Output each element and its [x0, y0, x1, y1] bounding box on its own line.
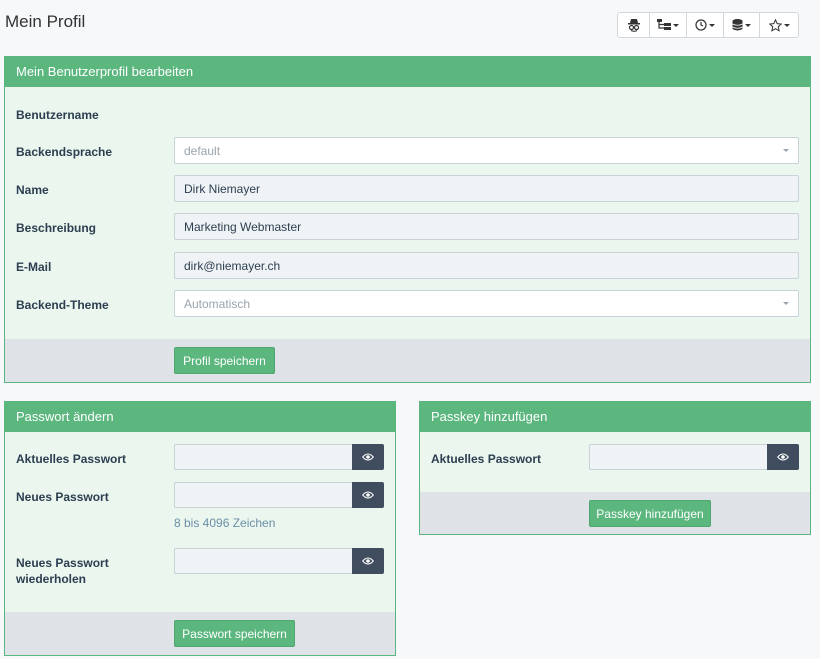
save-password-button[interactable]: Passwort speichern — [174, 620, 295, 647]
profile-panel-footer: Profil speichern — [5, 339, 810, 382]
chevron-down-icon — [745, 23, 751, 27]
username-label: Benutzername — [16, 108, 99, 122]
passkey-current-password-input[interactable] — [589, 444, 768, 470]
backend-language-select[interactable]: default — [174, 137, 799, 164]
name-input[interactable]: Dirk Niemayer — [174, 175, 799, 202]
incognito-button[interactable] — [618, 13, 650, 37]
eye-icon — [362, 453, 374, 461]
clock-icon — [695, 19, 707, 31]
chevron-down-icon — [673, 23, 679, 27]
password-length-hint: 8 bis 4096 Zeichen — [174, 516, 276, 530]
profile-panel: Mein Benutzerprofil bearbeiten Benutzern… — [4, 56, 811, 383]
passkey-panel-footer: Passkey hinzufügen — [420, 492, 810, 534]
description-input[interactable]: Marketing Webmaster — [174, 213, 799, 240]
passkey-panel-heading: Passkey hinzufügen — [420, 402, 810, 432]
description-label: Beschreibung — [16, 221, 97, 235]
database-icon — [732, 19, 743, 31]
chevron-down-icon — [709, 23, 715, 27]
email-label: E-Mail — [16, 260, 52, 274]
eye-icon — [777, 453, 789, 461]
current-password-label: Aktuelles Passwort — [16, 452, 127, 466]
repeat-password-input[interactable] — [174, 548, 353, 574]
show-password-button[interactable] — [352, 444, 384, 470]
add-passkey-button[interactable]: Passkey hinzufügen — [589, 500, 711, 527]
repeat-password-label: Neues Passwort wiederholen — [16, 556, 109, 586]
eye-icon — [362, 557, 374, 565]
backend-language-label: Backendsprache — [16, 145, 113, 159]
eye-icon — [362, 491, 374, 499]
password-panel-heading: Passwort ändern — [5, 402, 395, 432]
history-dropdown-button[interactable] — [687, 13, 724, 37]
password-panel: Passwort ändern Aktuelles Passwort Neues… — [4, 401, 396, 656]
profile-panel-heading: Mein Benutzerprofil bearbeiten — [5, 57, 810, 87]
sitemap-icon — [657, 19, 671, 30]
show-passkey-password-button[interactable] — [767, 444, 799, 470]
save-profile-button[interactable]: Profil speichern — [174, 347, 275, 374]
backend-theme-label: Backend-Theme — [16, 298, 109, 312]
favorites-dropdown-button[interactable] — [760, 13, 798, 37]
current-password-input[interactable] — [174, 444, 353, 470]
email-input[interactable]: dirk@niemayer.ch — [174, 252, 799, 279]
name-label: Name — [16, 183, 49, 197]
chevron-down-icon — [783, 23, 790, 27]
header-toolbar — [617, 12, 799, 38]
structure-dropdown-button[interactable] — [650, 13, 687, 37]
new-password-input[interactable] — [174, 482, 353, 508]
password-panel-footer: Passwort speichern — [5, 612, 395, 655]
new-password-label: Neues Passwort — [16, 490, 109, 504]
chevron-down-icon — [783, 149, 789, 152]
passkey-current-password-label: Aktuelles Passwort — [431, 452, 542, 466]
backend-theme-select[interactable]: Automatisch — [174, 290, 799, 317]
database-dropdown-button[interactable] — [724, 13, 760, 37]
incognito-icon — [627, 19, 640, 32]
show-repeat-password-button[interactable] — [352, 548, 384, 574]
passkey-panel: Passkey hinzufügen Aktuelles Passwort Pa… — [419, 401, 811, 535]
chevron-down-icon — [783, 302, 789, 305]
show-new-password-button[interactable] — [352, 482, 384, 508]
star-icon — [768, 18, 782, 32]
page-title: Mein Profil — [5, 12, 86, 31]
